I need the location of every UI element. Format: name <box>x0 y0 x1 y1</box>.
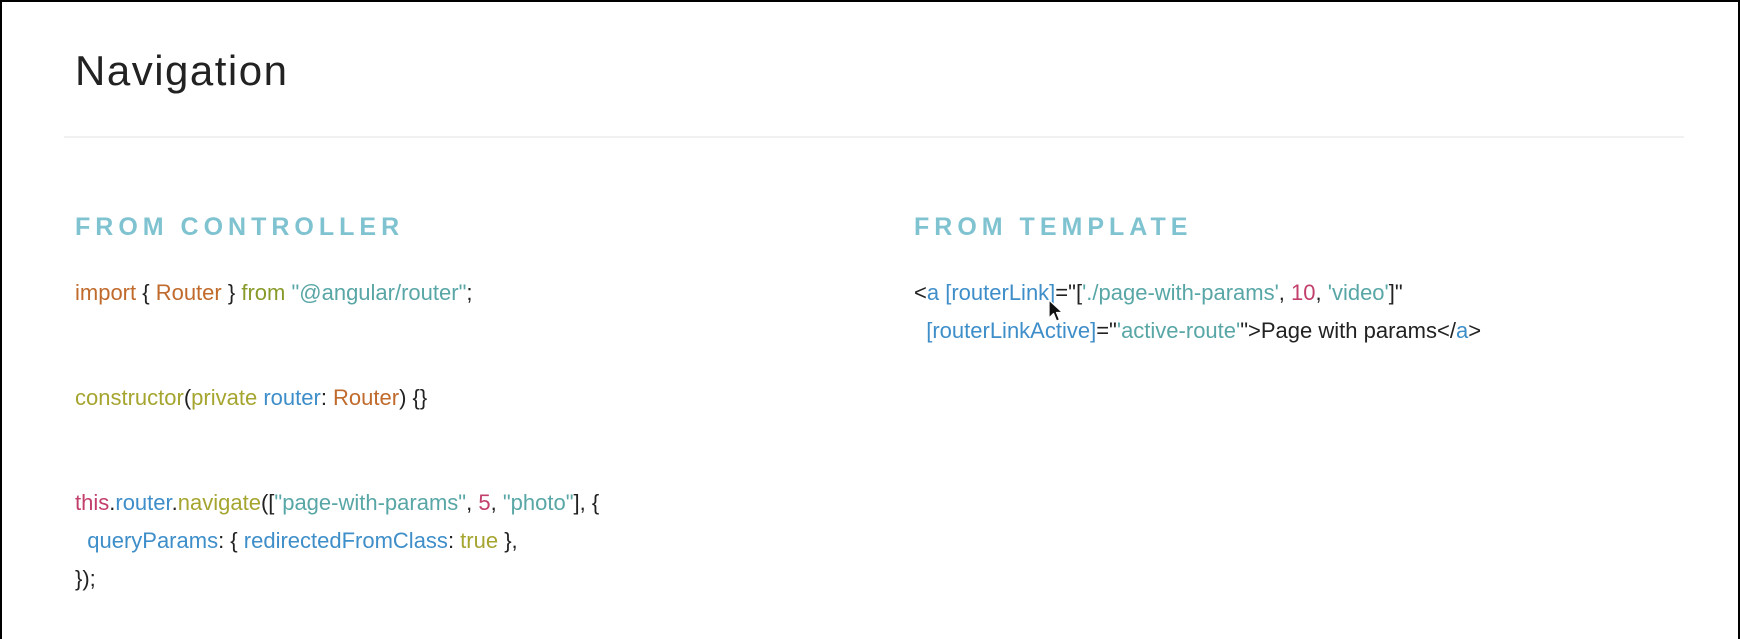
constructor-statement: constructor(private router: Router) {} <box>75 379 427 417</box>
module-string: "@angular/router" <box>291 280 467 305</box>
active-class-string: 'active-route' <box>1116 318 1241 343</box>
navigate-statement: this.router.navigate(["page-with-params"… <box>75 484 599 598</box>
anchor-text: >Page with params</ <box>1248 318 1456 343</box>
import-statement: import { Router } from "@angular/router"… <box>75 274 473 312</box>
slide-frame: Navigation FROM CONTROLLER FROM TEMPLATE… <box>0 0 1740 639</box>
constructor-keyword: constructor <box>75 385 184 410</box>
code-line: }); <box>75 560 599 598</box>
this-keyword: this <box>75 490 110 515</box>
code-punctuation: , <box>490 490 503 515</box>
route-number: 5 <box>478 490 491 515</box>
router-member: router <box>115 490 172 515</box>
router-type: Router <box>333 385 400 410</box>
mouse-pointer-icon <box>1048 299 1064 322</box>
code-punctuation: ) {} <box>399 385 428 410</box>
code-punctuation: ], { <box>573 490 600 515</box>
code-line: queryParams: { redirectedFromClass: true… <box>75 522 599 560</box>
code-punctuation: , <box>466 490 479 515</box>
code-punctuation: }, <box>498 528 518 553</box>
code-punctuation: : { <box>218 528 244 553</box>
template-heading: FROM TEMPLATE <box>914 213 1193 241</box>
query-params-key: queryParams <box>87 528 219 553</box>
keyword-import: import <box>75 280 137 305</box>
code-line: [routerLinkActive]="'active-route'">Page… <box>914 312 1481 350</box>
code-punctuation: " <box>1240 318 1249 343</box>
title-divider <box>64 136 1684 138</box>
code-punctuation: { <box>136 280 156 305</box>
code-punctuation: ([ <box>260 490 275 515</box>
router-link-active-attr: [routerLinkActive] <box>926 318 1097 343</box>
route-number: 10 <box>1291 280 1316 305</box>
template-anchor-code: <a [routerLink]="['./page-with-params', … <box>914 274 1481 350</box>
code-punctuation: ; <box>466 280 473 305</box>
route-string: "photo" <box>502 490 574 515</box>
code-punctuation: ]" <box>1388 280 1403 305</box>
navigate-method: navigate <box>177 490 261 515</box>
slide-canvas: Navigation FROM CONTROLLER FROM TEMPLATE… <box>2 2 1738 639</box>
route-string: 'video' <box>1327 280 1389 305</box>
code-punctuation: , <box>1315 280 1328 305</box>
code-punctuation: , <box>1278 280 1292 305</box>
keyword-from: from <box>241 280 286 305</box>
code-punctuation: < <box>914 280 927 305</box>
anchor-close-tag: a <box>1455 318 1469 343</box>
code-punctuation: : <box>447 528 461 553</box>
code-punctuation: =" <box>1096 318 1117 343</box>
code-punctuation: > <box>1468 318 1482 343</box>
controller-heading: FROM CONTROLLER <box>75 213 405 241</box>
keyword-private: private <box>191 385 258 410</box>
code-punctuation: } <box>221 280 242 305</box>
anchor-tag: a <box>926 280 940 305</box>
code-line: this.router.navigate(["page-with-params"… <box>75 484 599 522</box>
code-punctuation: : <box>320 385 334 410</box>
router-link-attr: [routerLink] <box>945 280 1056 305</box>
router-class: Router <box>155 280 222 305</box>
code-line: constructor(private router: Router) {} <box>75 379 427 417</box>
boolean-true: true <box>460 528 499 553</box>
code-line: <a [routerLink]="['./page-with-params', … <box>914 274 1481 312</box>
route-string: "page-with-params" <box>274 490 467 515</box>
code-line: import { Router } from "@angular/router"… <box>75 274 473 312</box>
route-string: './page-with-params' <box>1082 280 1279 305</box>
code-punctuation: }); <box>75 566 96 591</box>
redirected-key: redirectedFromClass <box>243 528 448 553</box>
router-param: router <box>263 385 321 410</box>
slide-title: Navigation <box>75 47 289 94</box>
